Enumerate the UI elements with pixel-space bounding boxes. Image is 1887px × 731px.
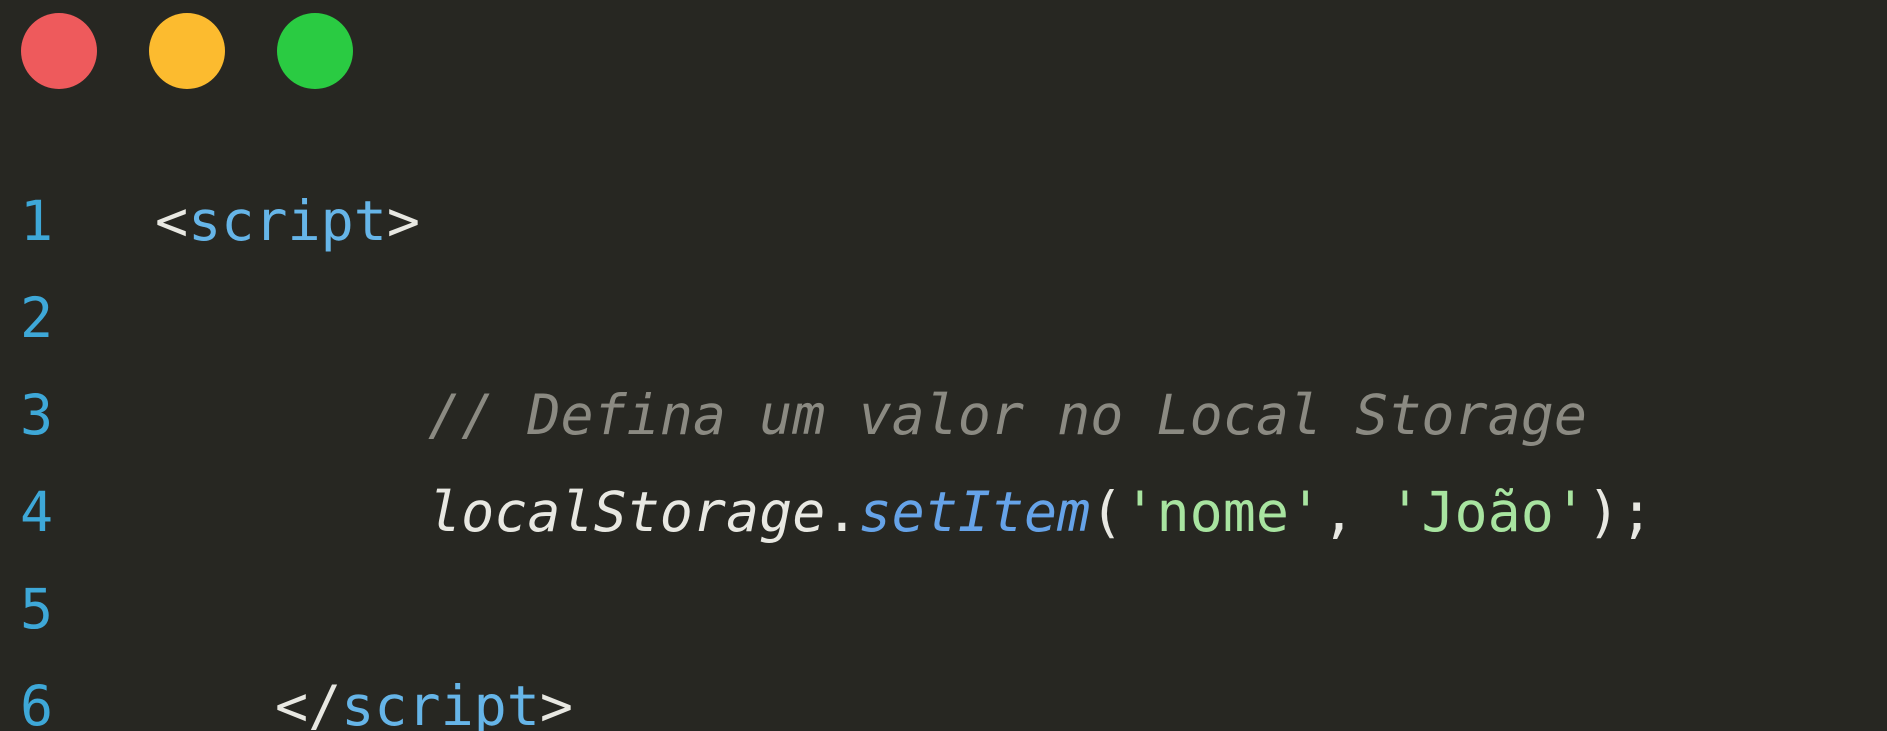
minimize-window-icon[interactable] (149, 13, 225, 89)
token-punctuation: . (825, 480, 859, 544)
line-content: localStorage.setItem('nome', 'João'); (428, 464, 1653, 561)
line-content: </script> (275, 658, 573, 731)
token-punctuation: </ (275, 674, 342, 731)
token-punctuation: > (386, 189, 420, 253)
token-punctuation: < (155, 189, 189, 253)
line-number: 3 (20, 383, 54, 447)
code-line-2: 2 (0, 270, 1887, 367)
close-window-icon[interactable] (21, 13, 97, 89)
code-line-1: 1 <script> (0, 173, 1887, 270)
token-tag-name: script (188, 189, 387, 253)
token-tag-name: script (341, 674, 540, 731)
code-line-5: 5 (0, 561, 1887, 658)
token-punctuation: , (1322, 480, 1389, 544)
code-line-4: 4 localStorage.setItem('nome', 'João'); (0, 464, 1887, 561)
token-punctuation: > (539, 674, 574, 731)
maximize-window-icon[interactable] (277, 13, 353, 89)
token-string: 'nome' (1123, 480, 1323, 544)
token-method: setItem (858, 480, 1091, 544)
line-content: // Defina um valor no Local Storage (428, 367, 1587, 464)
token-punctuation: ( (1090, 480, 1124, 544)
line-number: 6 (20, 674, 54, 731)
token-string: 'João' (1388, 480, 1588, 544)
line-number: 5 (20, 577, 54, 641)
line-number: 2 (20, 286, 54, 350)
token-object: localStorage (428, 480, 826, 544)
line-number: 1 (20, 189, 54, 253)
code-line-3: 3 // Defina um valor no Local Storage (0, 367, 1887, 464)
token-comment: // Defina um valor no Local Storage (428, 383, 1587, 447)
code-editor-window: 1 <script> 2 3 // Defina um valor no Loc… (0, 0, 1887, 731)
line-content: <script> (155, 173, 420, 270)
code-line-6: 6 </script> (0, 658, 1887, 731)
token-punctuation: ); (1587, 480, 1654, 544)
line-number: 4 (20, 480, 54, 544)
